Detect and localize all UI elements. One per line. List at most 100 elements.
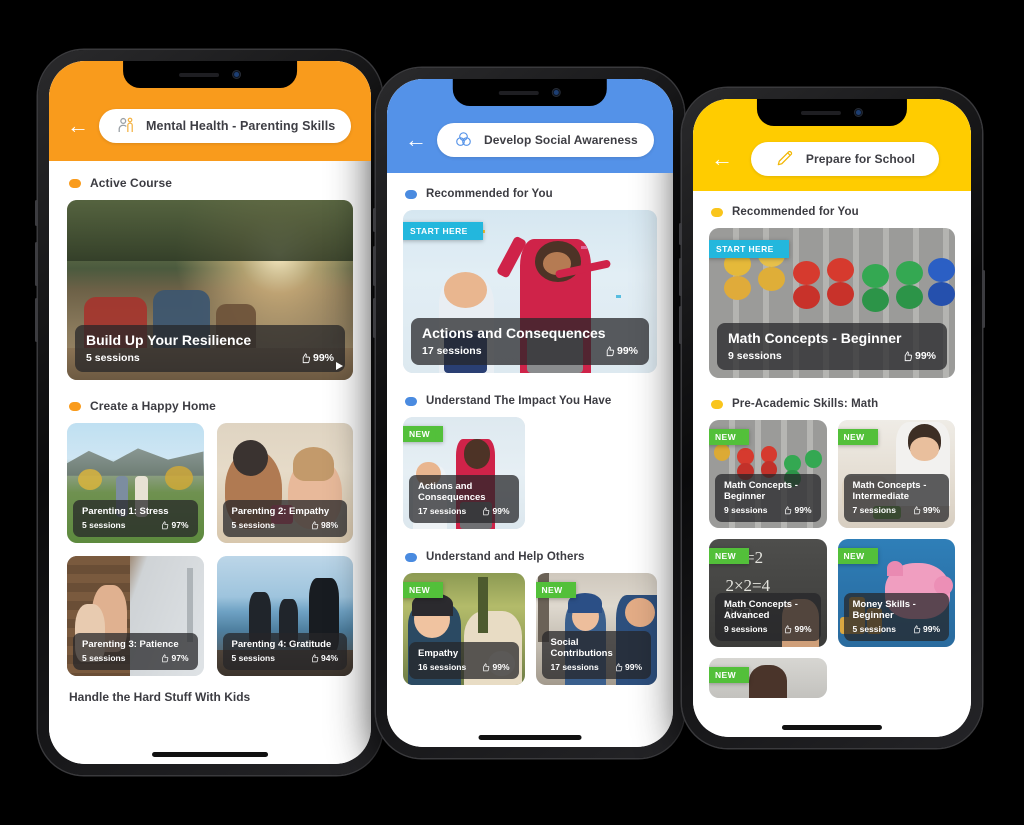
course-card-social-contributions[interactable]: NEW Social Contributions 17 sessions 99% xyxy=(535,573,657,685)
phone-notch xyxy=(452,79,608,106)
course-card-partial[interactable]: NEW xyxy=(709,658,827,698)
home-indicator[interactable] xyxy=(781,725,883,730)
course-card-build-up-your-resilience[interactable]: Build Up Your Resilience 5 sessions 99% xyxy=(67,200,353,380)
screen-title-pill[interactable]: Prepare for School xyxy=(751,142,939,176)
screen-title-text: Develop Social Awareness xyxy=(484,133,638,147)
back-button[interactable]: ← xyxy=(401,125,431,155)
course-card-math-concepts-beginner[interactable]: NEW Math Concepts - Beginner 9 sessions … xyxy=(709,420,827,528)
course-card-overlay: Money Skills - Beginner 5 sessions 99% xyxy=(843,592,949,641)
course-card-parenting-3-patience[interactable]: Parenting 3: Patience 5 sessions 97% xyxy=(67,556,204,676)
content-school: Recommended for You START HERE Math Conc… xyxy=(693,206,971,698)
course-card-math-concepts-intermediate[interactable]: NEW Math Concepts - Intermediate 7 sessi… xyxy=(837,420,955,528)
back-button[interactable]: ← xyxy=(63,111,93,141)
phone-volume-up-button xyxy=(35,242,38,286)
course-card-parenting-4-gratitude[interactable]: Parenting 4: Gratitude 5 sessions 94% xyxy=(216,556,353,676)
section-header-recommended-for-you: Recommended for You xyxy=(711,206,955,218)
thumbs-up-icon xyxy=(914,624,921,633)
course-rating: 99% xyxy=(300,352,334,364)
course-card-actions-and-consequences[interactable]: NEW Actions and Consequences 17 sessions… xyxy=(403,417,525,529)
course-title: Parenting 4: Gratitude xyxy=(231,638,332,650)
back-button[interactable]: ← xyxy=(707,144,737,174)
course-card-overlay: Parenting 1: Stress 5 sessions 97% xyxy=(73,499,198,537)
front-camera xyxy=(853,108,863,117)
content-parenting: Active Course Build Up Your Resilience 5… xyxy=(49,176,371,704)
screen-title-pill[interactable]: Develop Social Awareness xyxy=(437,123,654,157)
section-header-understand-and-help-others: Understand and Help Others xyxy=(405,551,657,563)
section-title: Pre-Academic Skills: Math xyxy=(732,398,879,410)
course-rating: 97% xyxy=(160,653,189,663)
home-indicator[interactable] xyxy=(152,752,268,757)
phone-volume-down-button xyxy=(373,298,376,338)
course-title: Money Skills - Beginner xyxy=(852,598,916,621)
new-badge: NEW xyxy=(403,582,444,598)
phone-notch xyxy=(756,99,908,126)
earpiece-speaker xyxy=(179,72,219,77)
course-rating-value: 99% xyxy=(794,624,812,634)
course-rating-value: 98% xyxy=(320,520,338,530)
section-header-pre-academic-skills-math: Pre-Academic Skills: Math xyxy=(711,398,955,410)
home-indicator[interactable] xyxy=(478,735,582,740)
screen-title-text: Prepare for School xyxy=(805,152,916,166)
course-rating: 99% xyxy=(614,662,642,672)
section-header-understand-the-impact-you-have: Understand The Impact You Have xyxy=(405,395,657,407)
course-rating: 99% xyxy=(783,505,812,515)
start-here-badge: START HERE xyxy=(709,240,789,258)
course-card-empathy[interactable]: NEW Empathy 16 sessions 99% xyxy=(403,573,525,685)
section-dot-icon xyxy=(405,552,417,562)
course-card-actions-and-consequences-hero[interactable]: START HERE Actions and Consequences 17 s… xyxy=(403,210,657,373)
phone-power-button xyxy=(982,270,985,328)
course-rating-value: 99% xyxy=(624,662,642,672)
section-title: Understand and Help Others xyxy=(426,551,585,563)
section-title: Recommended for You xyxy=(732,206,859,218)
course-grid-happy-home: Parenting 1: Stress 5 sessions 97% Paren… xyxy=(67,423,353,676)
course-rating-value: 99% xyxy=(914,350,936,362)
course-sessions: 17 sessions xyxy=(550,662,599,672)
course-title: Build Up Your Resilience xyxy=(86,332,252,349)
thumbs-up-icon xyxy=(616,662,623,671)
course-sessions: 5 sessions xyxy=(86,352,140,364)
course-grid-help-others: NEW Empathy 16 sessions 99% NEW Social C… xyxy=(403,573,657,685)
course-title: Parenting 1: Stress xyxy=(82,505,169,517)
section-dot-icon xyxy=(711,207,723,217)
course-card-overlay: Math Concepts - Intermediate 7 sessions … xyxy=(843,473,949,522)
course-card-overlay: Social Contributions 17 sessions 99% xyxy=(541,630,651,679)
course-title: Math Concepts - Advanced xyxy=(724,598,798,621)
thumbs-up-icon xyxy=(606,345,615,356)
section-header-recommended-for-you: Recommended for You xyxy=(405,188,657,200)
course-title: Empathy xyxy=(418,647,459,659)
course-card-overlay: Empathy 16 sessions 99% xyxy=(409,641,519,679)
course-card-overlay: Actions and Consequences 17 sessions 99% xyxy=(411,318,649,365)
course-card-overlay: Math Concepts - Beginner 9 sessions 99% xyxy=(717,323,947,370)
course-card-parenting-2-empathy[interactable]: Parenting 2: Empathy 5 sessions 98% xyxy=(216,423,353,543)
course-card-money-skills-beginner[interactable]: NEW Money Skills - Beginner 5 sessions 9… xyxy=(837,539,955,647)
earpiece-speaker xyxy=(800,110,841,115)
screen-title-pill[interactable]: Mental Health - Parenting Skills xyxy=(99,109,352,143)
course-rating: 99% xyxy=(902,350,936,362)
phone-side-button xyxy=(373,208,376,232)
phone-side-button xyxy=(679,223,682,245)
phone-mockup-parenting: ← Mental Health - Parenting Skills Activ… xyxy=(35,50,385,775)
course-card-math-concepts-advanced[interactable]: 2×1=2 2×2=4 2×3 NEW Math Concepts - Adva… xyxy=(709,539,827,647)
course-title: Social Contributions xyxy=(550,636,613,659)
course-title: Parenting 2: Empathy xyxy=(231,505,330,517)
section-dot-icon xyxy=(711,399,723,409)
course-card-math-concepts-beginner-hero[interactable]: START HERE Math Concepts - Beginner 9 se… xyxy=(709,228,955,378)
course-rating-value: 99% xyxy=(616,345,638,357)
section-title: Understand The Impact You Have xyxy=(426,395,612,407)
course-sessions: 5 sessions xyxy=(231,653,275,663)
section-title-cut-off: Handle the Hard Stuff With Kids xyxy=(69,690,251,704)
section-header-create-a-happy-home: Create a Happy Home xyxy=(69,399,353,413)
app-screen-social: ← Develop Social Awareness Recommended f… xyxy=(387,79,673,747)
course-card-parenting-1-stress[interactable]: Parenting 1: Stress 5 sessions 97% xyxy=(67,423,204,543)
screen-title-text: Mental Health - Parenting Skills xyxy=(146,119,336,133)
thumbs-up-icon xyxy=(162,653,169,662)
course-sessions: 7 sessions xyxy=(852,505,896,515)
thumbs-up-icon xyxy=(162,520,169,529)
course-card-overlay: Parenting 2: Empathy 5 sessions 98% xyxy=(222,499,347,537)
course-rating-value: 97% xyxy=(171,653,189,663)
course-title: Math Concepts - Beginner xyxy=(728,330,902,347)
course-title: Actions and Consequences xyxy=(422,325,606,342)
section-title: Active Course xyxy=(90,176,172,190)
phone-mockup-school: ← Prepare for School Recommended for You… xyxy=(679,88,985,748)
course-rating-value: 97% xyxy=(171,520,189,530)
